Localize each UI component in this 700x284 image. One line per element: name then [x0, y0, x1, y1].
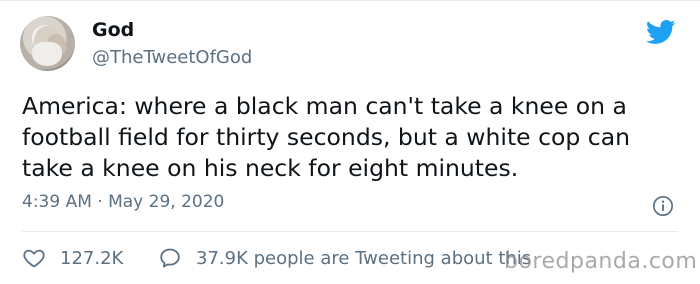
watermark: boredpanda.com: [504, 249, 698, 274]
avatar-beard: [32, 42, 62, 66]
tweeting-about-text: 37.9K people are Tweeting about this: [196, 247, 532, 269]
twitter-bird-icon[interactable]: [643, 17, 679, 47]
like-button[interactable]: 127.2K: [22, 245, 123, 271]
avatar[interactable]: [20, 16, 75, 71]
like-count: 127.2K: [60, 247, 124, 269]
author-handle[interactable]: @TheTweetOfGod: [92, 47, 252, 68]
tweet-timestamp[interactable]: 4:39 AM · May 29, 2020: [22, 192, 224, 212]
speech-bubble-icon: [160, 248, 180, 268]
tweet-card: God @TheTweetOfGod America: where a blac…: [0, 0, 700, 284]
tweeting-about-link[interactable]: 37.9K people are Tweeting about this: [158, 245, 531, 271]
heart-icon: [23, 249, 45, 268]
author-name[interactable]: God: [92, 19, 134, 41]
divider: [22, 231, 678, 232]
tweet-text: America: where a black man can't take a …: [22, 92, 630, 182]
info-icon[interactable]: [652, 195, 674, 217]
